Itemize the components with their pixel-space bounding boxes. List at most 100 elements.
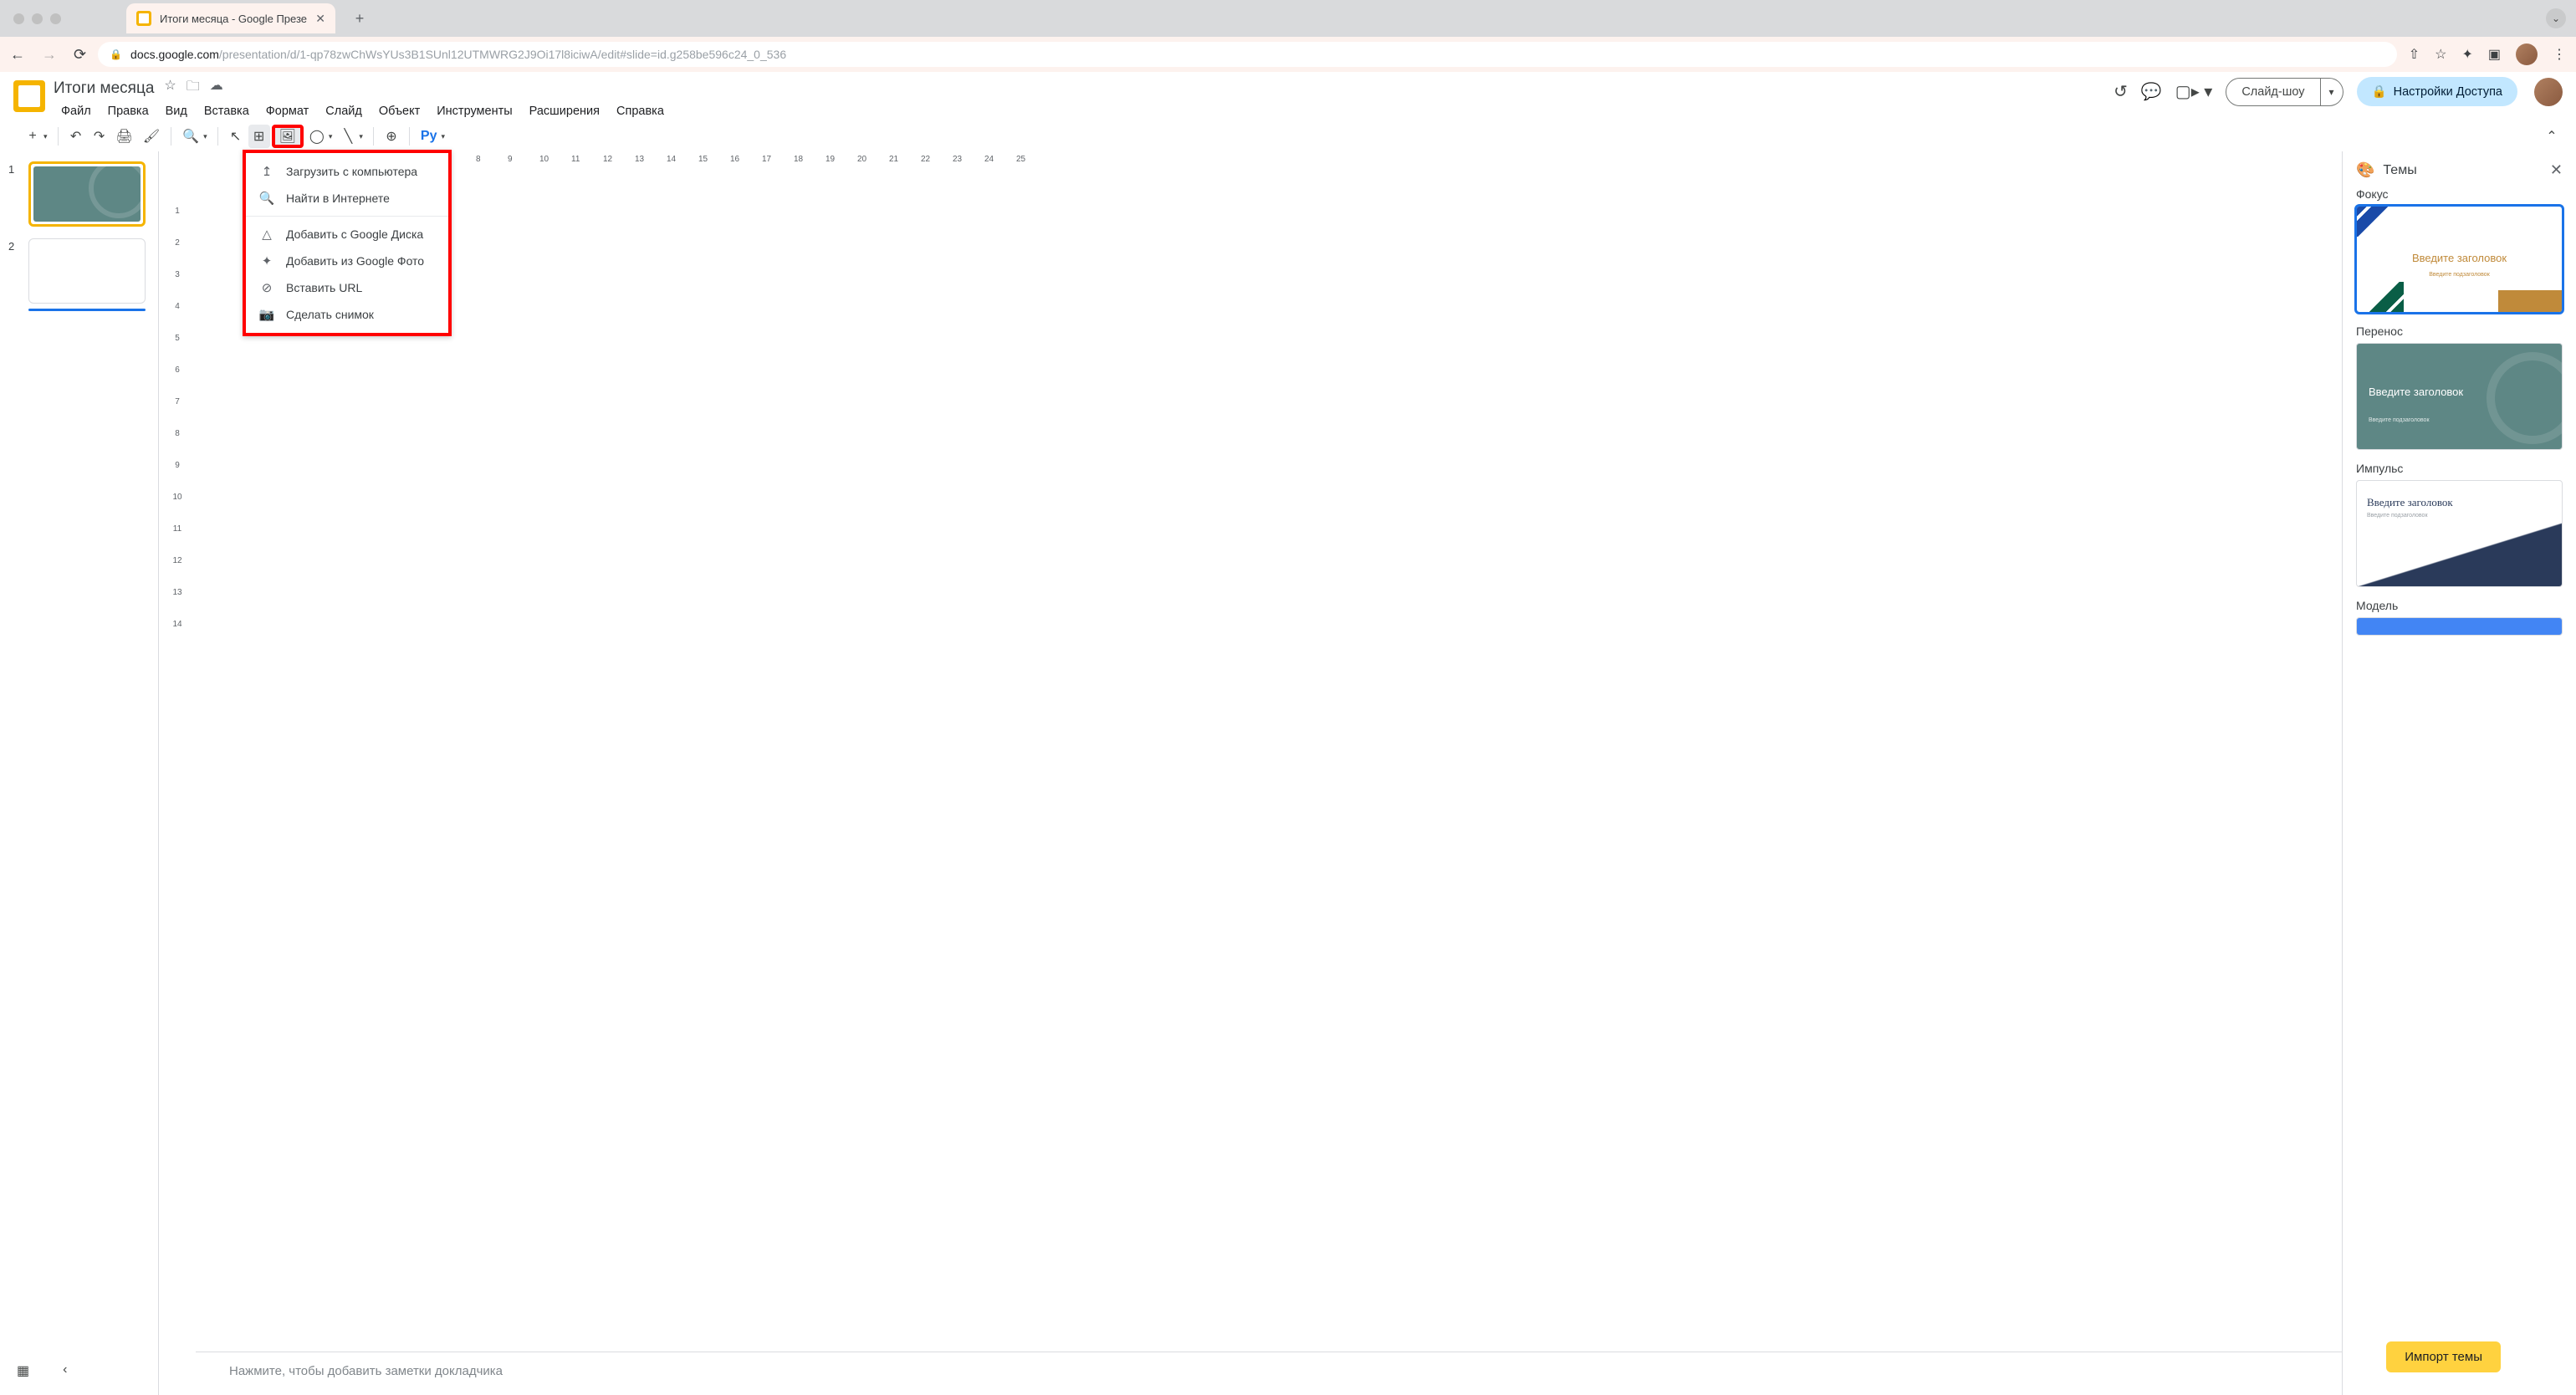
collapse-toolbar-button[interactable]: ⌃ (2541, 125, 2563, 148)
theme-thumbnail[interactable]: Введите заголовокВведите подзаголовок (2356, 480, 2563, 587)
ruler-tick: 19 (825, 155, 835, 164)
dropdown-item[interactable]: ↥Загрузить с компьютера (246, 158, 448, 185)
menu-вставка[interactable]: Вставка (197, 101, 257, 121)
theme-thumbnail[interactable] (2356, 617, 2563, 636)
import-theme-button[interactable]: Импорт темы (2386, 1341, 2501, 1372)
url-field[interactable]: 🔒 docs.google.com/presentation/d/1-qp78z… (98, 42, 2397, 67)
menu-bar: ФайлПравкаВидВставкаФорматСлайдОбъектИнс… (54, 101, 672, 121)
zoom-button[interactable]: 🔍 (178, 125, 203, 148)
print-button[interactable]: 🖨 (112, 125, 137, 148)
extensions-icon[interactable]: ✦ (2461, 46, 2472, 63)
ruler-tick: 16 (730, 155, 739, 164)
new-slide-caret-icon[interactable]: ▾ (43, 132, 48, 141)
vertical-ruler: 1234567891011121314 (159, 151, 196, 1395)
select-tool-button[interactable]: ↖ (225, 125, 247, 148)
paint-format-button[interactable]: 🖌 (139, 125, 164, 148)
document-title[interactable]: Итоги месяца (54, 79, 154, 98)
browser-tab[interactable]: Итоги месяца - Google Презе ✕ (126, 3, 335, 33)
close-window-icon[interactable] (13, 13, 24, 24)
sidepanel-icon[interactable]: ▣ (2488, 46, 2501, 63)
menu-файл[interactable]: Файл (54, 101, 99, 121)
menu-вид[interactable]: Вид (158, 101, 195, 121)
forward-button[interactable]: → (42, 46, 57, 64)
share-button[interactable]: 🔒 Настройки Доступа (2357, 77, 2517, 106)
menu-формат[interactable]: Формат (258, 101, 317, 121)
insertion-indicator (28, 309, 146, 311)
menu-инструменты[interactable]: Инструменты (429, 101, 519, 121)
dropdown-item-label: Загрузить с компьютера (286, 165, 417, 178)
theme-label: Перенос (2356, 324, 2563, 338)
dropdown-item[interactable]: 🔍Найти в Интернете (246, 185, 448, 212)
slide-thumbnail-2[interactable] (28, 238, 146, 304)
dropdown-item[interactable]: △Добавить с Google Диска (246, 221, 448, 248)
tabs-overflow-button[interactable]: ⌄ (2546, 8, 2566, 28)
slide-canvas[interactable] (196, 171, 2342, 1395)
collapse-filmstrip-button[interactable]: ‹ (63, 1362, 67, 1379)
minimize-window-icon[interactable] (32, 13, 43, 24)
dropdown-item-label: Вставить URL (286, 281, 362, 294)
slideshow-button-group: Слайд-шоу ▾ (2226, 78, 2343, 106)
speaker-notes-placeholder: Нажмите, чтобы добавить заметки докладчи… (229, 1364, 503, 1378)
ruler-tick: 9 (508, 155, 513, 164)
bookmark-icon[interactable]: ☆ (2435, 46, 2446, 63)
format-caret-icon[interactable]: ▾ (441, 132, 445, 141)
theme-thumbnail[interactable]: Введите заголовокВведите подзаголовок (2356, 206, 2563, 313)
close-tab-icon[interactable]: ✕ (315, 12, 325, 26)
menu-объект[interactable]: Объект (371, 101, 427, 121)
ruler-tick: 25 (1016, 155, 1025, 164)
back-button[interactable]: ← (10, 46, 25, 64)
move-icon[interactable]: 🗀 (187, 77, 200, 100)
grid-view-button[interactable]: ▦ (17, 1362, 29, 1379)
menu-справка[interactable]: Справка (609, 101, 672, 121)
star-icon[interactable]: ☆ (164, 77, 176, 100)
insert-image-button[interactable]: 🖼 (272, 125, 304, 148)
ruler-tick: 8 (476, 155, 481, 164)
line-button[interactable]: ╲ (337, 125, 359, 148)
profile-avatar[interactable] (2516, 43, 2538, 65)
slides-favicon-icon (136, 11, 151, 26)
dropdown-item[interactable]: ⊘Вставить URL (246, 274, 448, 301)
line-caret-icon[interactable]: ▾ (359, 132, 363, 141)
history-icon[interactable]: ↺ (2113, 81, 2128, 102)
account-avatar[interactable] (2534, 78, 2563, 106)
textbox-button[interactable]: ⊞ (248, 125, 270, 148)
share-icon[interactable]: ⇧ (2409, 46, 2420, 63)
background-button[interactable]: Ру (417, 125, 442, 148)
shape-button[interactable]: ◯ (305, 125, 329, 148)
slides-logo-icon[interactable] (13, 80, 45, 112)
undo-button[interactable]: ↶ (65, 125, 87, 148)
theme-preview-subtitle: Введите подзаголовок (2369, 417, 2430, 423)
theme-label: Модель (2356, 599, 2563, 612)
comment-button[interactable]: ⊕ (381, 125, 402, 148)
menu-слайд[interactable]: Слайд (318, 101, 370, 121)
new-tab-button[interactable]: + (347, 6, 372, 31)
zoom-window-icon[interactable] (50, 13, 61, 24)
shape-caret-icon[interactable]: ▾ (329, 132, 333, 141)
redo-button[interactable]: ↷ (89, 125, 110, 148)
ruler-tick: 14 (667, 155, 676, 164)
new-slide-button[interactable]: + (22, 125, 43, 148)
dropdown-item[interactable]: 📷Сделать снимок (246, 301, 448, 328)
cloud-status-icon[interactable]: ☁ (210, 77, 223, 100)
slide-thumbnail-1[interactable] (28, 161, 146, 227)
menu-правка[interactable]: Правка (100, 101, 156, 121)
window-controls[interactable] (13, 13, 61, 24)
reload-button[interactable]: ⟳ (74, 46, 86, 64)
slideshow-button[interactable]: Слайд-шоу (2226, 78, 2320, 106)
menu-расширения[interactable]: Расширения (522, 101, 607, 121)
kebab-menu-icon[interactable]: ⋮ (2553, 46, 2566, 63)
meet-icon[interactable]: ▢▸ ▾ (2175, 81, 2213, 102)
comments-icon[interactable]: 💬 (2141, 81, 2162, 102)
themes-panel-title: Темы (2383, 163, 2541, 178)
zoom-caret-icon[interactable]: ▾ (203, 132, 207, 141)
slide-thumb-1-row: 1 (8, 161, 150, 227)
theme-label: Фокус (2356, 187, 2563, 201)
slideshow-dropdown-button[interactable]: ▾ (2321, 78, 2343, 106)
theme-preview-title: Введите заголовок (2369, 386, 2463, 400)
theme-thumbnail[interactable]: Введите заголовок Введите подзаголовок (2356, 343, 2563, 450)
main-canvas[interactable]: 1234567891011121314151617181920212223242… (196, 151, 2342, 1395)
lock-icon: 🔒 (2372, 84, 2387, 99)
speaker-notes[interactable]: Нажмите, чтобы добавить заметки докладчи… (196, 1352, 2342, 1395)
close-panel-button[interactable]: ✕ (2550, 161, 2563, 179)
dropdown-item[interactable]: ✦Добавить из Google Фото (246, 248, 448, 274)
